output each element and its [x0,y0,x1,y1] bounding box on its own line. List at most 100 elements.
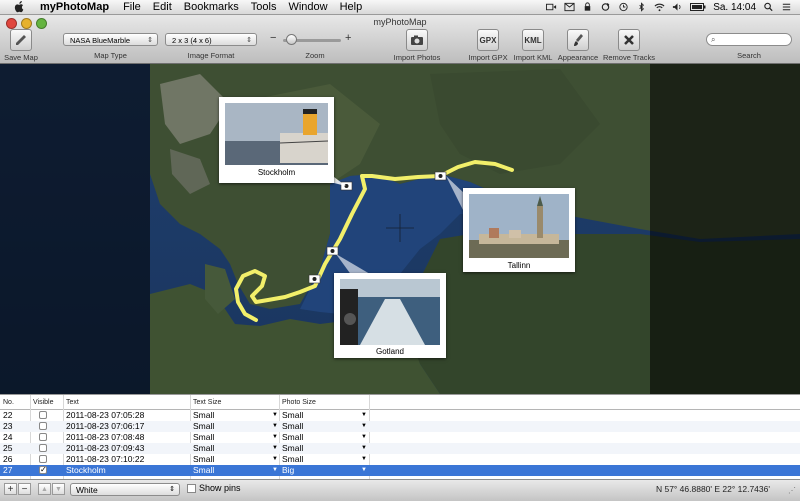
menu-file[interactable]: File [123,1,141,13]
column-header-visible[interactable]: Visible [33,399,54,406]
row-text[interactable]: 2011-08-23 07:06:17 [66,421,144,432]
table-row[interactable]: 22 2011-08-23 07:05:28 Small ▼ Small ▼ [0,410,800,421]
volume-icon[interactable] [672,2,683,12]
apple-menu-icon[interactable] [12,1,26,13]
text-size-select[interactable]: Small [193,454,214,465]
camera-pin-track-icon[interactable] [308,274,321,284]
table-row[interactable]: 23 2011-08-23 07:06:17 Small ▼ Small ▼ [0,421,800,432]
table-row[interactable]: 25 2011-08-23 07:09:43 Small ▼ Small ▼ [0,443,800,454]
photo-gotland-image [340,279,440,345]
map-type-select[interactable]: NASA BlueMarble ⇕ [63,33,158,46]
text-size-select[interactable]: Small [193,410,214,421]
row-text[interactable]: 2011-08-23 07:08:48 [66,432,144,443]
zoom-label: Zoom [305,51,325,60]
visible-checkbox[interactable] [39,433,47,441]
text-size-dropdown-icon[interactable]: ▼ [272,410,278,421]
photo-size-select[interactable]: Small [282,443,303,454]
show-pins-checkbox[interactable] [187,484,196,493]
photo-card-gotland[interactable]: Gotland [334,273,446,358]
time-machine-icon[interactable] [618,2,629,12]
menu-tools[interactable]: Tools [251,1,277,13]
photo-size-select[interactable]: Small [282,432,303,443]
text-size-select[interactable]: Small [193,421,214,432]
facetime-icon[interactable] [546,2,557,12]
add-row-button[interactable]: + [4,483,17,495]
text-size-dropdown-icon[interactable]: ▼ [272,432,278,443]
photo-size-dropdown-icon[interactable]: ▼ [361,465,367,476]
photo-size-dropdown-icon[interactable]: ▼ [361,432,367,443]
visible-checkbox[interactable] [39,455,47,463]
menu-window[interactable]: Window [288,1,327,13]
column-header-no[interactable]: No. [3,399,14,406]
zoom-slider-knob[interactable] [286,34,298,45]
photo-card-tallinn[interactable]: Tallinn [463,188,575,272]
text-size-select[interactable]: Small [193,443,214,454]
photo-tallinn-image [469,194,569,258]
table-row[interactable]: 26 2011-08-23 07:10:22 Small ▼ Small ▼ [0,454,800,465]
remove-row-button[interactable]: − [18,483,31,495]
visible-checkbox-checked[interactable]: ✓ [39,466,47,474]
import-gpx-button[interactable]: GPX Import GPX [467,29,509,62]
image-format-select[interactable]: 2 x 3 (4 x 6) ⇕ [165,33,257,46]
photo-size-dropdown-icon[interactable]: ▼ [361,410,367,421]
row-text[interactable]: 2011-08-23 07:05:28 [66,410,144,421]
text-size-select[interactable]: Small [193,432,214,443]
photo-size-select[interactable]: Big [282,465,294,476]
menu-help[interactable]: Help [340,1,363,13]
visible-checkbox[interactable] [39,411,47,419]
status-area: Sa. 14:04 [546,0,792,14]
move-down-button[interactable]: ▼ [52,483,65,495]
wifi-icon[interactable] [654,2,665,12]
zoom-in-button[interactable]: + [345,32,351,44]
battery-icon[interactable] [690,2,706,12]
move-up-button[interactable]: ▲ [38,483,51,495]
notification-list-icon[interactable] [781,2,792,12]
resize-grip-icon[interactable]: ⋰ [788,486,796,495]
bluetooth-icon[interactable] [636,2,647,12]
camera-pin-gotland-icon[interactable] [326,246,339,256]
mail-icon[interactable] [564,2,575,12]
camera-pin-stockholm-icon[interactable] [340,181,353,191]
photo-size-select[interactable]: Small [282,410,303,421]
photo-card-stockholm[interactable]: Stockholm [219,97,334,183]
table-row[interactable]: 24 2011-08-23 07:08:48 Small ▼ Small ▼ [0,432,800,443]
camera-pin-tallinn-icon[interactable] [434,171,447,181]
visible-checkbox[interactable] [39,422,47,430]
text-size-dropdown-icon[interactable]: ▼ [272,443,278,454]
appearance-label: Appearance [557,53,599,62]
photo-size-dropdown-icon[interactable]: ▼ [361,454,367,465]
row-text[interactable]: Stockholm [66,465,106,476]
remove-tracks-button[interactable]: Remove Tracks [602,29,656,62]
photo-size-select[interactable]: Small [282,421,303,432]
text-size-dropdown-icon[interactable]: ▼ [272,421,278,432]
save-map-button[interactable]: Save Map [4,29,38,62]
column-header-text[interactable]: Text [66,399,79,406]
visible-checkbox[interactable] [39,444,47,452]
photo-size-select[interactable]: Small [282,454,303,465]
column-header-text-size[interactable]: Text Size [193,399,221,406]
menu-edit[interactable]: Edit [153,1,172,13]
search-icon: ⌕ [711,35,716,44]
sync-icon[interactable] [600,2,611,12]
photo-size-dropdown-icon[interactable]: ▼ [361,421,367,432]
import-photos-button[interactable]: Import Photos [390,29,444,62]
spotlight-search-icon[interactable] [763,2,774,12]
appearance-button[interactable]: Appearance [557,29,599,62]
photo-size-dropdown-icon[interactable]: ▼ [361,443,367,454]
zoom-out-button[interactable]: − [270,32,276,44]
search-input[interactable]: ⌕ [706,33,792,46]
menu-app-name[interactable]: myPhotoMap [40,1,109,13]
text-size-dropdown-icon[interactable]: ▼ [272,454,278,465]
table-row-selected[interactable]: 27 ✓ Stockholm Small ▼ Big ▼ [0,465,800,476]
lock-icon[interactable] [582,2,593,12]
import-kml-button[interactable]: KML Import KML [512,29,554,62]
column-header-photo-size[interactable]: Photo Size [282,399,316,406]
row-text[interactable]: 2011-08-23 07:09:43 [66,443,144,454]
row-text[interactable]: 2011-08-23 07:10:22 [66,454,144,465]
clock[interactable]: Sa. 14:04 [713,2,756,13]
text-size-select[interactable]: Small [193,465,214,476]
color-select[interactable]: White ⇕ [70,483,180,496]
map-view[interactable]: Stockholm Tallinn Gotland [0,64,800,394]
menu-bookmarks[interactable]: Bookmarks [184,1,239,13]
text-size-dropdown-icon[interactable]: ▼ [272,465,278,476]
